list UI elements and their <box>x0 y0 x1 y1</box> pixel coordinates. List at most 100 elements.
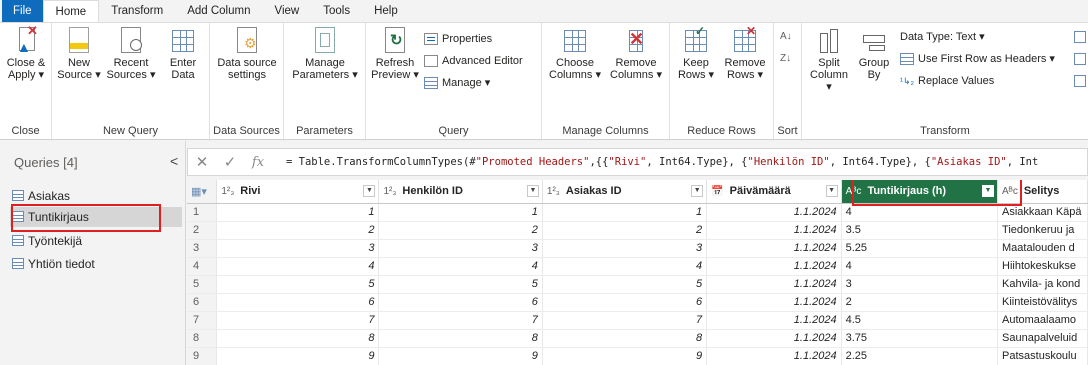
table-cell[interactable]: 9 <box>378 347 543 365</box>
table-cell[interactable]: Maatalouden d <box>997 239 1088 258</box>
table-cell[interactable]: 6 <box>216 293 380 312</box>
table-cell[interactable]: 4 <box>841 257 999 276</box>
table-cell[interactable]: 1.1.2024 <box>706 293 842 312</box>
table-cell[interactable]: 1.1.2024 <box>706 275 842 294</box>
close-apply-button[interactable]: ✕ ▲ Close & Apply ▾ <box>4 24 48 81</box>
column-type-icon[interactable]: 1²₃ <box>221 186 234 197</box>
column-filter-dropdown-icon[interactable]: ▼ <box>526 185 539 197</box>
column-filter-dropdown-icon[interactable]: ▼ <box>691 185 704 197</box>
table-cell[interactable]: 4.5 <box>841 311 999 330</box>
table-cell[interactable]: 7 <box>542 311 708 330</box>
table-cell[interactable]: 9 <box>216 347 380 365</box>
menu-tab-add-column[interactable]: Add Column <box>175 0 262 22</box>
table-cell[interactable]: Saunapalveluid <box>997 329 1088 348</box>
group-by-button[interactable]: Group By <box>856 25 892 81</box>
table-cell[interactable]: 1 <box>216 203 380 222</box>
formula-input[interactable]: = Table.TransformColumnTypes(#"Promoted … <box>286 156 1038 168</box>
query-item-tyontekija[interactable]: Työntekijä <box>10 231 182 251</box>
query-item-yhtion-tiedot[interactable]: Yhtiön tiedot <box>10 254 182 274</box>
choose-columns-button[interactable]: Choose Columns ▾ <box>546 25 604 81</box>
properties-button[interactable]: Properties <box>424 31 492 47</box>
table-cell[interactable]: 1.1.2024 <box>706 257 842 276</box>
table-row[interactable]: 9 9 9 9 1.1.2024 2.25 Patsastuskoulu <box>187 347 1088 365</box>
table-row[interactable]: 4 4 4 4 1.1.2024 4 Hiihtokeskukse <box>187 257 1088 276</box>
query-item-asiakas[interactable]: Asiakas <box>10 186 182 206</box>
menu-tab-home[interactable]: Home <box>42 0 100 22</box>
table-row[interactable]: 5 5 5 5 1.1.2024 3 Kahvila- ja kond <box>187 275 1088 294</box>
table-cell[interactable]: Kiinteistövälitys <box>997 293 1088 312</box>
table-cell[interactable]: 8 <box>216 329 380 348</box>
column-header-päivämäärä[interactable]: 📅 Päivämäärä ▼ <box>706 180 842 204</box>
column-filter-dropdown-icon[interactable]: ▼ <box>363 185 376 197</box>
table-cell[interactable]: 3.75 <box>841 329 999 348</box>
fx-icon[interactable]: fx <box>244 155 272 170</box>
sort-descending-icon[interactable]: Z↓ <box>780 51 791 67</box>
use-first-row-headers-button[interactable]: Use First Row as Headers ▾ <box>900 51 1055 67</box>
table-cell[interactable]: Kahvila- ja kond <box>997 275 1088 294</box>
remove-columns-button[interactable]: ✕ Remove Columns ▾ <box>606 25 666 81</box>
table-cell[interactable]: 4 <box>542 257 708 276</box>
table-row[interactable]: 7 7 7 7 1.1.2024 4.5 Automaalaamo <box>187 311 1088 330</box>
table-cell[interactable]: 5 <box>216 275 380 294</box>
table-cell[interactable]: 1.1.2024 <box>706 347 842 365</box>
table-cell[interactable]: 1.1.2024 <box>706 203 842 222</box>
table-cell[interactable]: 5.25 <box>841 239 999 258</box>
split-column-button[interactable]: Split Column ▾ <box>806 25 852 93</box>
table-cell[interactable]: 1.1.2024 <box>706 221 842 240</box>
table-cell[interactable]: 3 <box>841 275 999 294</box>
table-cell[interactable]: 7 <box>216 311 380 330</box>
sort-ascending-icon[interactable]: A↓ <box>780 29 792 45</box>
menu-tab-view[interactable]: View <box>263 0 312 22</box>
column-type-icon[interactable]: 1²₃ <box>383 186 396 197</box>
table-cell[interactable]: 2 <box>378 221 543 240</box>
table-cell[interactable]: 2 <box>216 221 380 240</box>
table-cell[interactable]: 1 <box>542 203 708 222</box>
enter-data-button[interactable]: Enter Data <box>162 25 204 81</box>
table-cell[interactable]: 4 <box>216 257 380 276</box>
table-menu-icon[interactable]: ▦▾ <box>187 180 218 204</box>
table-cell[interactable]: 1.1.2024 <box>706 311 842 330</box>
table-cell[interactable]: Patsastuskoulu <box>997 347 1088 365</box>
manage-parameters-button[interactable]: Manage Parameters ▾ <box>290 25 360 81</box>
column-header-asiakas-id[interactable]: 1²₃ Asiakas ID ▼ <box>542 180 708 204</box>
menu-tab-tools[interactable]: Tools <box>311 0 362 22</box>
menu-tab-file[interactable]: File <box>2 0 43 22</box>
table-cell[interactable]: 1.1.2024 <box>706 239 842 258</box>
data-type-dropdown[interactable]: Data Type: Text ▾ <box>900 29 985 45</box>
manage-query-button[interactable]: Manage ▾ <box>424 75 490 91</box>
table-cell[interactable]: Hiihtokeskukse <box>997 257 1088 276</box>
data-source-settings-button[interactable]: ⚙ Data source settings <box>216 25 278 81</box>
more-transform-icon-3[interactable] <box>1074 73 1088 89</box>
cancel-icon[interactable]: ✕ <box>188 153 216 171</box>
table-cell[interactable]: 6 <box>378 293 543 312</box>
keep-rows-button[interactable]: ✓ Keep Rows ▾ <box>674 25 718 81</box>
column-header-henkilön-id[interactable]: 1²₃ Henkilön ID ▼ <box>378 180 543 204</box>
table-cell[interactable]: 9 <box>542 347 708 365</box>
table-cell[interactable]: 8 <box>378 329 543 348</box>
table-row[interactable]: 6 6 6 6 1.1.2024 2 Kiinteistövälitys <box>187 293 1088 312</box>
table-cell[interactable]: 5 <box>378 275 543 294</box>
table-row[interactable]: 8 8 8 8 1.1.2024 3.75 Saunapalveluid <box>187 329 1088 348</box>
refresh-preview-button[interactable]: ↻ Refresh Preview ▾ <box>370 25 420 81</box>
replace-values-button[interactable]: ¹↳₂ Replace Values <box>900 73 994 89</box>
table-cell[interactable]: 3.5 <box>841 221 999 240</box>
remove-rows-button[interactable]: ✕ Remove Rows ▾ <box>720 25 770 81</box>
table-cell[interactable]: 3 <box>542 239 708 258</box>
table-cell[interactable]: 1 <box>378 203 543 222</box>
table-cell[interactable]: 2.25 <box>841 347 999 365</box>
table-cell[interactable]: 8 <box>542 329 708 348</box>
recent-sources-button[interactable]: Recent Sources ▾ <box>106 25 156 81</box>
table-row[interactable]: 3 3 3 3 1.1.2024 5.25 Maatalouden d <box>187 239 1088 258</box>
confirm-icon[interactable]: ✓ <box>216 153 244 171</box>
new-source-button[interactable]: New Source ▾ <box>56 25 102 81</box>
collapse-pane-icon[interactable]: < <box>170 153 178 169</box>
table-cell[interactable]: 5 <box>542 275 708 294</box>
table-cell[interactable]: 3 <box>378 239 543 258</box>
more-transform-icon-2[interactable] <box>1074 51 1088 67</box>
table-cell[interactable]: 3 <box>216 239 380 258</box>
table-cell[interactable]: 7 <box>378 311 543 330</box>
table-cell[interactable]: Automaalaamo <box>997 311 1088 330</box>
advanced-editor-button[interactable]: Advanced Editor <box>424 53 523 69</box>
table-cell[interactable]: 6 <box>542 293 708 312</box>
column-header-rivi[interactable]: 1²₃ Rivi ▼ <box>216 180 380 204</box>
